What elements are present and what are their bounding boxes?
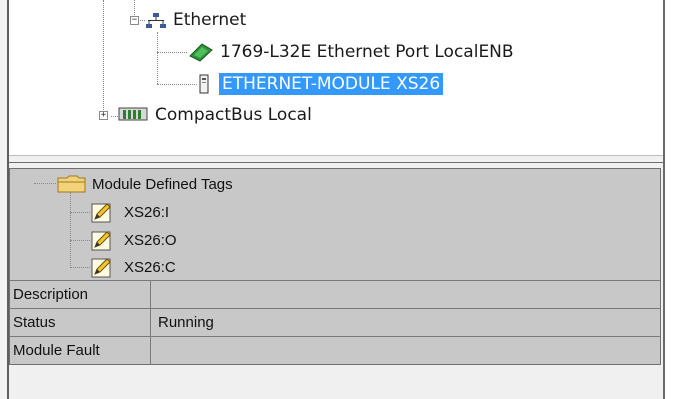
window-right-frame	[665, 0, 678, 399]
folder-icon	[57, 174, 87, 194]
backplane-icon	[118, 106, 148, 122]
module-defined-tags-folder[interactable]: Module Defined Tags	[92, 176, 233, 193]
tag-item[interactable]: XS26:O	[124, 232, 177, 249]
grid-column-divider	[150, 280, 151, 364]
ethernet-expander[interactable]: −	[130, 16, 139, 25]
tree-item-ethernet[interactable]: Ethernet	[173, 9, 246, 31]
window-left-frame	[0, 0, 7, 399]
ethernet-port-icon	[188, 42, 214, 62]
grid-divider	[9, 308, 661, 309]
tag-connector	[70, 192, 71, 268]
tag-connector	[70, 212, 90, 213]
grid-divider	[9, 280, 661, 281]
tree-connector	[111, 116, 118, 117]
module-icon	[198, 74, 210, 94]
tree-connector	[103, 0, 104, 116]
tree-connector	[157, 32, 158, 84]
tag-connector	[34, 183, 56, 184]
tag-connector	[70, 240, 90, 241]
property-name-module-fault: Module Fault	[13, 342, 100, 359]
property-name-status: Status	[13, 314, 56, 331]
property-value-status[interactable]: Running	[158, 314, 214, 331]
grid-divider	[9, 336, 661, 337]
tree-item-compactbus[interactable]: CompactBus Local	[155, 104, 312, 126]
tree-connector	[157, 84, 197, 85]
tag-connector	[70, 267, 90, 268]
tag-item[interactable]: XS26:C	[124, 259, 176, 276]
tag-item[interactable]: XS26:I	[124, 204, 169, 221]
compactbus-expander[interactable]: +	[99, 111, 108, 120]
pencil-icon	[91, 201, 113, 223]
property-name-description: Description	[13, 286, 89, 303]
tree-connector	[140, 20, 145, 21]
pane-splitter[interactable]	[9, 155, 663, 163]
network-icon	[146, 12, 166, 30]
tree-connector	[157, 52, 187, 53]
pencil-icon	[91, 229, 113, 251]
pencil-icon	[91, 256, 113, 278]
tree-item-ethernet-port[interactable]: 1769-L32E Ethernet Port LocalENB	[220, 41, 514, 63]
tree-item-ethernet-module[interactable]: ETHERNET-MODULE XS26	[219, 73, 444, 95]
